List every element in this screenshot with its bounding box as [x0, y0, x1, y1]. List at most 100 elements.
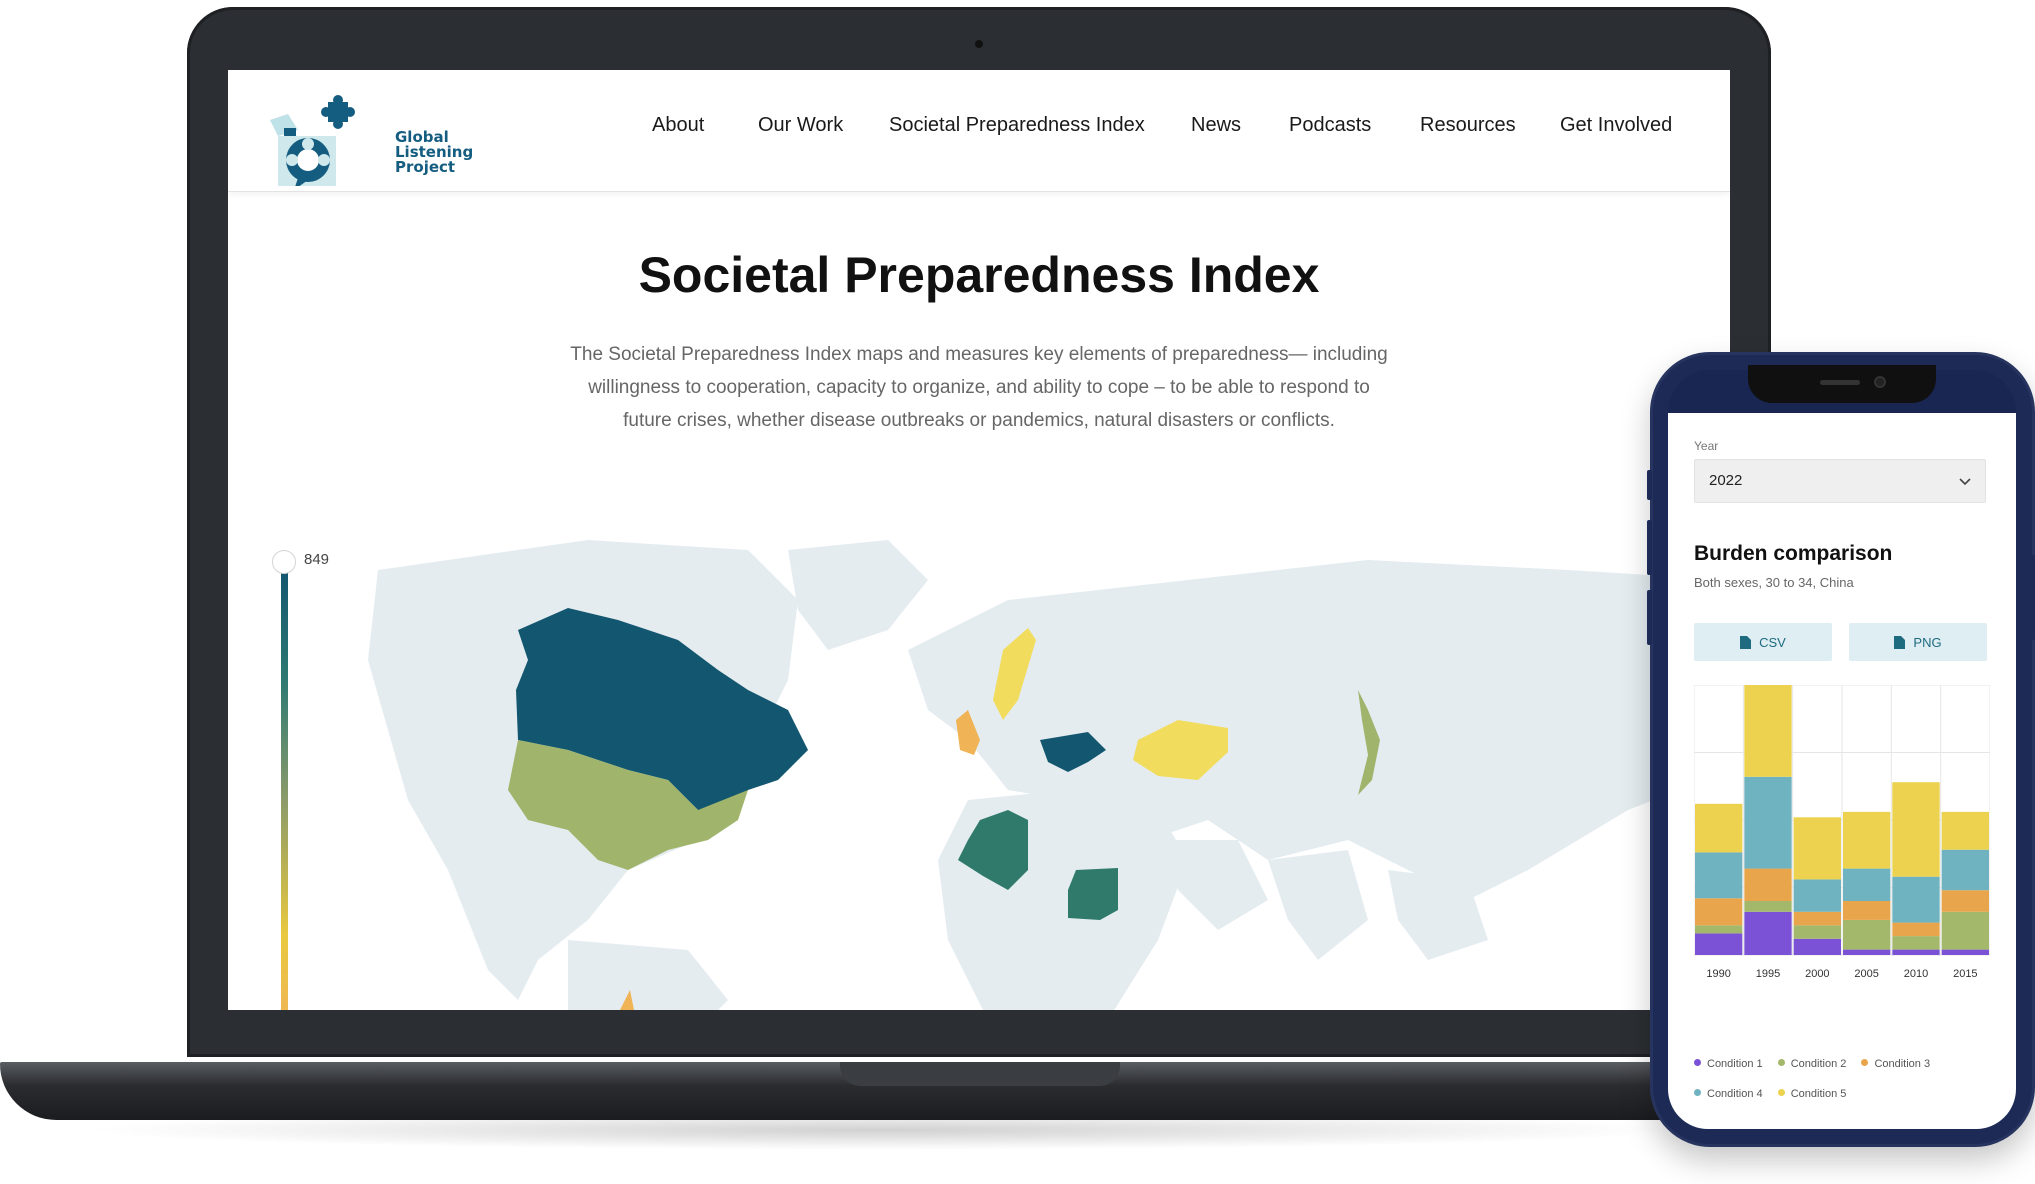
map-base-greenland — [788, 540, 928, 650]
world-map[interactable] — [368, 540, 1730, 1010]
phone-power-button — [2030, 555, 2035, 640]
bar-segment-condition-5-1990[interactable] — [1695, 803, 1743, 853]
legend-item-condition-5: Condition 5 — [1777, 1088, 1847, 1100]
laptop-camera — [975, 40, 983, 48]
bar-segment-condition-4-2010[interactable] — [1892, 876, 1940, 923]
logo-wordmark: Global Listening Project — [395, 130, 473, 175]
x-tick-label-1995: 1995 — [1756, 968, 1780, 980]
bar-segment-condition-2-2005[interactable] — [1843, 919, 1891, 950]
bar-segment-condition-1-2015[interactable] — [1941, 949, 1989, 955]
burden-stacked-bar-chart: 1990 1995 2000 2005 2010 2015 — [1694, 685, 1990, 980]
bar-segment-condition-3-2000[interactable] — [1793, 911, 1841, 926]
map-base-south-asia — [1268, 850, 1368, 960]
download-csv-button[interactable]: CSV — [1694, 623, 1832, 661]
file-icon — [1894, 635, 1906, 649]
map-country-sudan[interactable] — [1068, 868, 1118, 920]
bar-segment-condition-4-2015[interactable] — [1941, 849, 1989, 891]
chevron-down-icon — [1959, 478, 1971, 486]
nav-get-involved[interactable]: Get Involved — [1560, 114, 1672, 146]
phone-screen: Year 2022 Burden comparison Both sexes, … — [1668, 413, 2016, 1129]
nav-podcasts[interactable]: Podcasts — [1289, 114, 1371, 146]
bar-segment-condition-3-2010[interactable] — [1892, 922, 1940, 937]
legend-label-condition-2: Condition 2 — [1790, 1058, 1847, 1070]
bar-segment-condition-3-2005[interactable] — [1843, 901, 1891, 920]
map-base-africa — [938, 790, 1188, 1010]
bar-segment-condition-1-1995[interactable] — [1744, 911, 1792, 955]
bar-segment-condition-2-2010[interactable] — [1892, 936, 1940, 950]
logo-line-3: Project — [395, 158, 456, 176]
bar-segment-condition-4-2005[interactable] — [1843, 868, 1891, 901]
legend-dot-condition-1 — [1694, 1059, 1701, 1066]
page-title: Societal Preparedness Index — [638, 247, 1320, 303]
legend-item-condition-4: Condition 4 — [1694, 1088, 1763, 1100]
laptop-screen: Global Listening Project About Our Work … — [228, 70, 1730, 1010]
legend-max-value: 849 — [304, 551, 330, 568]
bar-segment-condition-2-1995[interactable] — [1744, 901, 1792, 912]
legend-label-condition-5: Condition 5 — [1790, 1088, 1847, 1100]
bar-segment-condition-4-1995[interactable] — [1744, 776, 1792, 869]
chart-legend-row-2: Condition 4 Condition 5 — [1694, 1088, 1846, 1100]
bar-segment-condition-5-2015[interactable] — [1941, 811, 1989, 850]
map-base-south-america — [568, 940, 728, 1010]
bar-segment-condition-4-2000[interactable] — [1793, 879, 1841, 912]
download-png-button[interactable]: PNG — [1849, 623, 1987, 661]
bar-segment-condition-5-2010[interactable] — [1892, 782, 1940, 877]
x-tick-label-2010: 2010 — [1904, 968, 1928, 980]
x-tick-label-2015: 2015 — [1953, 968, 1977, 980]
legend-label-condition-4: Condition 4 — [1707, 1088, 1763, 1100]
phone-speaker — [1820, 380, 1860, 385]
nav-link-our-work[interactable]: Our Work — [758, 114, 843, 136]
bar-segment-condition-2-1990[interactable] — [1695, 925, 1743, 934]
bar-segment-condition-1-2010[interactable] — [1892, 949, 1940, 955]
nav-resources[interactable]: Resources — [1420, 114, 1516, 146]
legend-label-condition-1: Condition 1 — [1707, 1058, 1763, 1070]
legend-gradient-bar — [281, 568, 288, 1010]
legend-dot-condition-4 — [1694, 1089, 1701, 1096]
bar-segment-condition-2-2000[interactable] — [1793, 925, 1841, 939]
bar-segment-condition-1-1990[interactable] — [1695, 933, 1743, 955]
phone-side-button-1 — [1647, 470, 1652, 500]
x-tick-label-2005: 2005 — [1854, 968, 1878, 980]
file-icon — [1740, 635, 1752, 649]
bar-segment-condition-1-2005[interactable] — [1843, 949, 1891, 955]
phone-side-button-2 — [1647, 520, 1652, 575]
bar-segment-condition-4-1990[interactable] — [1695, 852, 1743, 899]
legend-dot-condition-2 — [1777, 1059, 1785, 1066]
nav-news[interactable]: News — [1191, 114, 1241, 146]
bar-segment-condition-3-1990[interactable] — [1695, 898, 1743, 926]
chart-legend-row-1: Condition 1 Condition 2 Condition 3 — [1694, 1058, 1930, 1070]
legend-item-condition-2: Condition 2 — [1777, 1058, 1847, 1070]
bar-segment-condition-2-2015[interactable] — [1941, 911, 1989, 950]
bar-segment-condition-1-2000[interactable] — [1793, 938, 1841, 955]
nav-link-news[interactable]: News — [1191, 114, 1241, 136]
site-header: Global Listening Project About Our Work … — [228, 70, 1730, 192]
phone-front-camera — [1874, 376, 1886, 388]
bar-segment-condition-5-2000[interactable] — [1793, 817, 1841, 880]
nav-link-spi[interactable]: Societal Preparedness Index — [889, 114, 1145, 136]
chart-title: Burden comparison — [1694, 542, 1893, 565]
nav-link-resources[interactable]: Resources — [1420, 114, 1516, 136]
legend-dot-condition-3 — [1861, 1059, 1869, 1066]
bar-segment-condition-5-1995[interactable] — [1744, 685, 1792, 777]
bar-segment-condition-5-2005[interactable] — [1843, 811, 1891, 869]
png-label: PNG — [1913, 634, 1942, 650]
phone-side-button-3 — [1647, 590, 1652, 645]
nav-link-get-involved[interactable]: Get Involved — [1560, 114, 1672, 136]
intro-paragraph: The Societal Preparedness Index maps and… — [570, 344, 1388, 431]
legend-item-condition-1: Condition 1 — [1694, 1058, 1763, 1070]
legend-slider-handle[interactable] — [272, 550, 296, 574]
legend-label-condition-3: Condition 3 — [1874, 1058, 1931, 1070]
site-logo[interactable]: Global Listening Project — [268, 74, 473, 192]
nav-spi[interactable]: Societal Preparedness Index — [889, 114, 1145, 146]
year-select[interactable]: 2022 — [1694, 459, 1986, 503]
nav-about[interactable]: About — [652, 114, 704, 146]
nav-link-podcasts[interactable]: Podcasts — [1289, 114, 1371, 136]
laptop-hinge-notch — [840, 1062, 1120, 1086]
nav-our-work[interactable]: Our Work — [758, 114, 843, 146]
year-select-value: 2022 — [1709, 472, 1743, 489]
nav-link-about[interactable]: About — [652, 114, 704, 136]
legend-item-condition-3: Condition 3 — [1861, 1058, 1930, 1070]
map-base-arabia — [1168, 840, 1268, 930]
bar-segment-condition-3-2015[interactable] — [1941, 890, 1989, 912]
bar-segment-condition-3-1995[interactable] — [1744, 868, 1792, 901]
